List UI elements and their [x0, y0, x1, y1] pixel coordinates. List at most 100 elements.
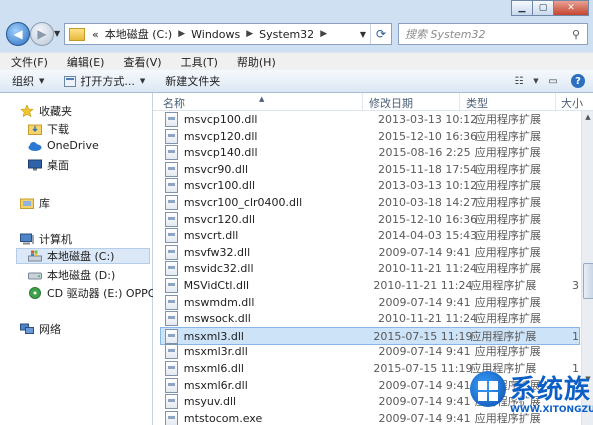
address-bar[interactable]: « 本地磁盘 (C:) ▶ Windows ▶ System32 ▶ ▼ ⟳ — [64, 23, 392, 45]
chevron-right-icon[interactable]: ▶ — [317, 29, 330, 39]
file-row[interactable]: msvcp140.dll 2015-08-16 2:25 应用程序扩展 — [161, 144, 579, 160]
file-date: 2015-11-18 17:54 — [378, 162, 478, 176]
breadcrumb-overflow[interactable]: « — [89, 28, 102, 41]
close-button[interactable]: ✕ — [554, 0, 589, 16]
file-date: 2014-04-03 15:43 — [378, 228, 478, 242]
breadcrumb-windows[interactable]: Windows — [188, 28, 243, 41]
dll-file-icon — [165, 343, 178, 359]
file-date: 2009-07-14 9:41 — [378, 378, 471, 392]
menu-help[interactable]: 帮助(H) — [226, 54, 284, 70]
file-row[interactable]: msvcrt.dll 2014-04-03 15:43 应用程序扩展 — [161, 227, 579, 243]
dll-file-icon — [165, 244, 178, 260]
column-type[interactable]: 类型 — [466, 95, 488, 111]
file-row[interactable]: msvcr100_clr0400.dll 2010-03-18 14:27 应用程序… — [161, 194, 579, 210]
nav-network[interactable]: 网络 — [20, 321, 61, 337]
open-with-button[interactable]: 打开方式... ▼ — [52, 73, 153, 89]
minimize-button[interactable]: ▁ — [511, 0, 533, 16]
file-row[interactable]: msvcr90.dll 2015-11-18 17:54 应用程序扩展 — [161, 161, 579, 177]
column-divider[interactable] — [459, 93, 460, 110]
windows-logo-icon — [478, 381, 498, 401]
scroll-up-icon[interactable]: ▲ — [582, 111, 593, 123]
column-divider[interactable] — [555, 93, 556, 110]
nav-drive-d[interactable]: 本地磁盘 (D:) — [28, 267, 115, 283]
file-name: mswmdm.dll — [183, 295, 255, 309]
file-name: msvcp120.dll — [183, 129, 258, 143]
nav-computer[interactable]: 计算机 — [20, 231, 72, 247]
file-type: 应用程序扩展 — [475, 229, 541, 242]
nav-drive-e[interactable]: CD 驱动器 (E:) OPPO D — [28, 285, 168, 301]
file-row[interactable]: MSVidCtl.dll 2010-11-21 11:24 应用程序扩展 3 — [161, 277, 579, 293]
dll-file-icon — [165, 194, 178, 210]
refresh-icon[interactable]: ⟳ — [370, 24, 391, 44]
file-row[interactable]: mswmdm.dll 2009-07-14 9:41 应用程序扩展 — [161, 294, 579, 310]
chevron-down-icon[interactable]: ▼ — [531, 74, 541, 88]
file-row[interactable]: mswsock.dll 2010-11-21 11:24 应用程序扩展 — [161, 310, 579, 326]
file-name: msxml6r.dll — [183, 378, 248, 392]
column-name[interactable]: 名称 — [163, 95, 185, 111]
nav-downloads[interactable]: 下载 — [28, 121, 69, 137]
search-input[interactable]: 搜索 System32 ⚲ — [398, 23, 588, 45]
file-type: 应用程序扩展 — [475, 163, 541, 176]
scrollbar-thumb[interactable] — [583, 263, 593, 299]
breadcrumb-system32[interactable]: System32 — [256, 28, 317, 41]
search-icon[interactable]: ⚲ — [565, 28, 587, 41]
nav-onedrive[interactable]: OneDrive — [28, 139, 99, 152]
file-date: 2015-12-10 16:36 — [378, 212, 478, 226]
breadcrumb: « 本地磁盘 (C:) ▶ Windows ▶ System32 ▶ — [89, 26, 330, 42]
nav-onedrive-label: OneDrive — [47, 139, 99, 152]
dll-file-icon — [165, 328, 178, 344]
file-date: 2010-03-18 14:27 — [378, 195, 478, 209]
file-row[interactable]: msvfw32.dll 2009-07-14 9:41 应用程序扩展 — [161, 244, 579, 260]
new-folder-button[interactable]: 新建文件夹 — [153, 73, 228, 89]
file-name: msvcr100.dll — [183, 178, 256, 192]
menu-tools[interactable]: 工具(T) — [170, 54, 226, 70]
change-view-icon[interactable]: ☷ — [511, 74, 527, 88]
file-size: 3 — [572, 278, 579, 292]
chevron-down-icon[interactable]: ▼ — [356, 30, 370, 39]
navigation-pane: 收藏夹 下载 OneDrive 桌面 库 计算机 本地磁盘 (C:) 本地磁盘 … — [0, 93, 168, 425]
file-name: mswsock.dll — [183, 311, 251, 325]
forward-button[interactable]: ▶ — [30, 22, 54, 46]
file-row[interactable]: msvcp100.dll 2013-03-13 10:12 应用程序扩展 — [161, 111, 579, 127]
file-row[interactable]: msvcr120.dll 2015-12-10 16:36 应用程序扩展 — [161, 211, 579, 227]
dll-file-icon — [165, 161, 178, 177]
column-size[interactable]: 大小 — [561, 95, 583, 111]
file-name: msvcrt.dll — [183, 228, 239, 242]
chevron-right-icon[interactable]: ▶ — [243, 29, 256, 39]
recent-pages-dropdown[interactable]: ▼ — [54, 29, 60, 38]
watermark: 系统族 WWW.XITONGZU.COM — [470, 369, 593, 425]
file-date: 2015-07-15 11:19 — [373, 329, 473, 343]
preview-pane-icon[interactable]: ▭ — [545, 74, 561, 88]
nav-drive-c[interactable]: 本地磁盘 (C:) — [16, 248, 150, 264]
search-placeholder: 搜索 System32 — [405, 28, 486, 41]
file-type: 应用程序扩展 — [475, 213, 541, 226]
file-date: 2010-11-21 11:24 — [373, 278, 473, 292]
file-size: 1 — [572, 329, 579, 343]
help-icon[interactable]: ? — [571, 74, 585, 88]
nav-libraries[interactable]: 库 — [20, 195, 50, 211]
breadcrumb-drive-c[interactable]: 本地磁盘 (C:) — [102, 26, 175, 42]
command-bar: 组织 ▼ 打开方式... ▼ 新建文件夹 ☷ ▼ ▭ ? — [0, 70, 593, 93]
back-button[interactable]: ◀ — [6, 22, 30, 46]
watermark-logo-icon — [470, 371, 506, 407]
dll-file-icon — [165, 144, 178, 160]
menu-edit[interactable]: 编辑(E) — [56, 54, 113, 70]
file-row[interactable]: msvcp120.dll 2015-12-10 16:36 应用程序扩展 — [161, 128, 579, 144]
file-row[interactable]: msvidc32.dll 2010-11-21 11:24 应用程序扩展 — [161, 260, 579, 276]
menu-file[interactable]: 文件(F) — [0, 54, 56, 70]
open-with-label: 打开方式... — [80, 75, 135, 88]
chevron-right-icon[interactable]: ▶ — [175, 29, 188, 39]
column-divider[interactable] — [362, 93, 363, 110]
menu-view[interactable]: 查看(V) — [112, 54, 169, 70]
nav-favorites[interactable]: 收藏夹 — [20, 103, 72, 119]
file-row[interactable]: msvcr100.dll 2013-03-13 10:12 应用程序扩展 — [161, 177, 579, 193]
maximize-button[interactable]: ▢ — [533, 0, 554, 16]
column-date[interactable]: 修改日期 — [369, 95, 413, 111]
onedrive-cloud-icon — [28, 141, 42, 151]
file-type: 应用程序扩展 — [474, 345, 541, 358]
file-row[interactable]: msxml3r.dll 2009-07-14 9:41 应用程序扩展 — [161, 343, 579, 359]
nav-desktop[interactable]: 桌面 — [28, 157, 69, 173]
organize-button[interactable]: 组织 ▼ — [0, 73, 52, 89]
address-row: ◀ ▶ ▼ « 本地磁盘 (C:) ▶ Windows ▶ System32 ▶… — [0, 16, 593, 52]
file-type: 应用程序扩展 — [475, 262, 541, 275]
